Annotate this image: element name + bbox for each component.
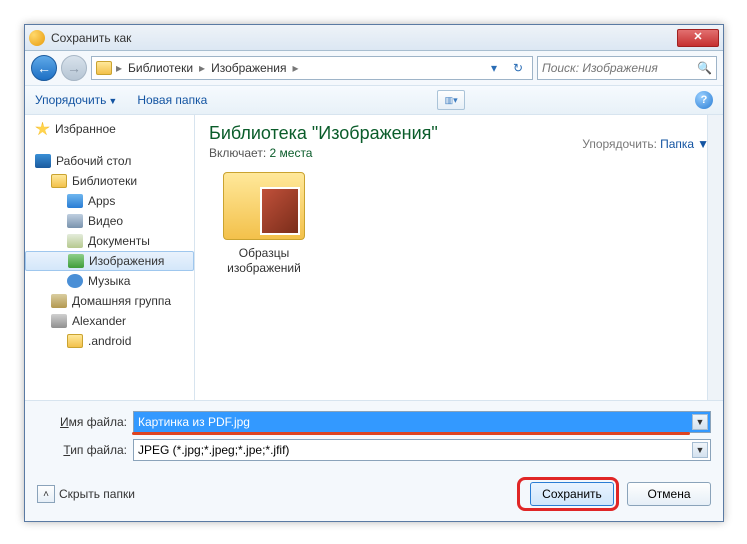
search-box[interactable]: 🔍 — [537, 56, 717, 80]
path-root-icon — [96, 61, 112, 75]
folder-icon — [67, 334, 83, 348]
search-input[interactable] — [542, 61, 693, 75]
organize-menu[interactable]: Упорядочить▼ — [35, 93, 117, 107]
sidebar-pictures[interactable]: Изображения — [25, 251, 194, 271]
filename-label: Имя файла: — [37, 415, 127, 429]
address-bar[interactable]: ▸ Библиотеки ▸ Изображения ▸ ▾ ↻ — [91, 56, 533, 80]
bottom-panel: Имя файла: Картинка из PDF.jpg ▼ Тип фай… — [25, 400, 723, 521]
chevron-right-icon: ▸ — [199, 61, 205, 75]
user-icon — [51, 314, 67, 328]
sidebar-documents[interactable]: Документы — [25, 231, 194, 251]
arrange-by[interactable]: Упорядочить: Папка ▼ — [582, 123, 709, 160]
chevron-right-icon: ▸ — [293, 61, 299, 75]
vertical-scrollbar[interactable] — [707, 115, 723, 400]
new-folder-button[interactable]: Новая папка — [137, 93, 207, 107]
folder-name: Образцы изображений — [209, 246, 319, 276]
help-button[interactable]: ? — [695, 91, 713, 109]
highlight-annotation — [132, 432, 690, 435]
sidebar-user[interactable]: Alexander — [25, 311, 194, 331]
content-pane[interactable]: Библиотека "Изображения" Включает: 2 мес… — [195, 115, 723, 400]
sidebar-favorites[interactable]: Избранное — [25, 119, 194, 139]
star-icon — [35, 122, 50, 137]
folder-item[interactable]: Образцы изображений — [209, 172, 319, 276]
library-includes: Включает: 2 места — [209, 146, 582, 160]
library-locations-link[interactable]: 2 места — [270, 146, 313, 160]
filename-value: Картинка из PDF.jpg — [138, 415, 250, 429]
app-icon — [29, 30, 45, 46]
folder-thumbnail-icon — [223, 172, 305, 240]
libraries-icon — [51, 174, 67, 188]
cancel-button[interactable]: Отмена — [627, 482, 711, 506]
filetype-label: Тип файла: — [37, 443, 127, 457]
toolbar: Упорядочить▼ Новая папка ▥▾ ? — [25, 85, 723, 115]
chevron-right-icon: ▸ — [116, 61, 122, 75]
navigation-tree[interactable]: Избранное Рабочий стол Библиотеки Apps В… — [25, 115, 195, 400]
sidebar-android-folder[interactable]: .android — [25, 331, 194, 351]
nav-forward-button[interactable]: → — [61, 55, 87, 81]
highlight-annotation: Сохранить — [517, 477, 619, 511]
sidebar-apps[interactable]: Apps — [25, 191, 194, 211]
hide-folders-toggle[interactable]: ˄ Скрыть папки — [37, 485, 135, 503]
main-split-pane: Избранное Рабочий стол Библиотеки Apps В… — [25, 115, 723, 400]
chevron-up-icon: ˄ — [37, 485, 55, 503]
homegroup-icon — [51, 294, 67, 308]
view-options-button[interactable]: ▥▾ — [437, 90, 465, 110]
breadcrumb-item[interactable]: Библиотеки — [126, 61, 195, 75]
nav-back-button[interactable]: ← — [31, 55, 57, 81]
save-as-dialog: Сохранить как ✕ ← → ▸ Библиотеки ▸ Изобр… — [24, 24, 724, 522]
app-folder-icon — [67, 194, 83, 208]
title-bar[interactable]: Сохранить как ✕ — [25, 25, 723, 51]
sidebar-desktop[interactable]: Рабочий стол — [25, 151, 194, 171]
video-icon — [67, 214, 83, 228]
filetype-value: JPEG (*.jpg;*.jpeg;*.jpe;*.jfif) — [138, 443, 289, 457]
save-button[interactable]: Сохранить — [530, 482, 614, 506]
sidebar-video[interactable]: Видео — [25, 211, 194, 231]
close-button[interactable]: ✕ — [677, 29, 719, 47]
pictures-icon — [68, 254, 84, 268]
filetype-dropdown-icon[interactable]: ▼ — [692, 442, 708, 458]
library-title: Библиотека "Изображения" — [209, 123, 582, 144]
breadcrumb-item[interactable]: Изображения — [209, 61, 288, 75]
window-title: Сохранить как — [51, 31, 677, 45]
refresh-icon[interactable]: ↻ — [508, 61, 528, 75]
sidebar-libraries[interactable]: Библиотеки — [25, 171, 194, 191]
music-icon — [67, 274, 83, 288]
search-icon: 🔍 — [697, 61, 712, 75]
desktop-icon — [35, 154, 51, 168]
filetype-field[interactable]: JPEG (*.jpg;*.jpeg;*.jpe;*.jfif) ▼ — [133, 439, 711, 461]
filename-dropdown-icon[interactable]: ▼ — [692, 414, 708, 430]
sidebar-homegroup[interactable]: Домашняя группа — [25, 291, 194, 311]
nav-bar: ← → ▸ Библиотеки ▸ Изображения ▸ ▾ ↻ 🔍 — [25, 51, 723, 85]
filename-field[interactable]: Картинка из PDF.jpg ▼ — [133, 411, 711, 433]
sidebar-music[interactable]: Музыка — [25, 271, 194, 291]
documents-icon — [67, 234, 83, 248]
dropdown-history-icon[interactable]: ▾ — [484, 61, 504, 75]
